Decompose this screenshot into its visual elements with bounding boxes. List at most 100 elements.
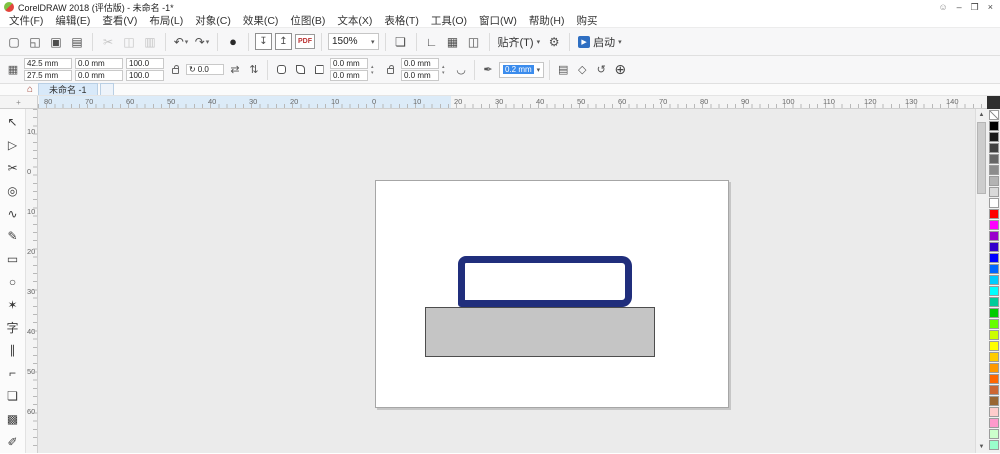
freehand-tool[interactable]: ∿ bbox=[2, 202, 24, 225]
color-swatch[interactable] bbox=[988, 363, 999, 373]
color-swatch[interactable] bbox=[988, 176, 999, 186]
menu-item-3[interactable]: 布局(L) bbox=[143, 13, 189, 28]
color-swatch[interactable] bbox=[988, 209, 999, 219]
corner-radius-tr-field[interactable]: 0.0 mm bbox=[401, 58, 439, 69]
object-height-field[interactable]: 0.0 mm bbox=[75, 70, 123, 81]
base-rectangle[interactable] bbox=[425, 307, 655, 357]
color-swatch[interactable] bbox=[988, 319, 999, 329]
object-position-grid-icon[interactable]: ▦ bbox=[5, 61, 21, 79]
convert-to-curves-button[interactable]: ◇ bbox=[574, 61, 590, 79]
minimize-button[interactable]: – bbox=[957, 2, 962, 12]
color-swatch[interactable] bbox=[988, 341, 999, 351]
fullscreen-preview-button[interactable]: ❏ bbox=[392, 32, 410, 52]
menu-item-12[interactable]: 购买 bbox=[571, 13, 604, 28]
menu-item-0[interactable]: 文件(F) bbox=[3, 13, 49, 28]
paste-button[interactable]: ▥ bbox=[141, 32, 159, 52]
no-color-swatch[interactable] bbox=[988, 110, 999, 120]
color-swatch[interactable] bbox=[988, 308, 999, 318]
lock-corners-button[interactable] bbox=[382, 61, 398, 79]
color-swatch[interactable] bbox=[988, 407, 999, 417]
color-swatch[interactable] bbox=[988, 264, 999, 274]
open-button[interactable]: ◱ bbox=[26, 32, 44, 52]
menu-item-11[interactable]: 帮助(H) bbox=[523, 13, 571, 28]
crop-tool[interactable]: ✂ bbox=[2, 157, 24, 180]
drop-shadow-tool[interactable]: ❏ bbox=[2, 385, 24, 408]
drawing-canvas[interactable] bbox=[38, 109, 975, 453]
object-position-y-field[interactable]: 27.5 mm bbox=[24, 70, 72, 81]
save-button[interactable]: ▣ bbox=[47, 32, 65, 52]
lid-rounded-rectangle[interactable] bbox=[458, 256, 632, 307]
horizontal-ruler[interactable]: + 80 70 60 50 40 30 20 10 0 10 20 30 40 50 60 70 80 90 100… bbox=[0, 96, 1000, 109]
corner-radius-br-field[interactable]: 0.0 mm bbox=[401, 70, 439, 81]
refresh-button[interactable]: ↺ bbox=[593, 61, 609, 79]
import-button[interactable]: ↧ bbox=[255, 33, 272, 50]
color-swatch[interactable] bbox=[988, 154, 999, 164]
account-icon[interactable]: ☺ bbox=[938, 2, 947, 12]
document-tab[interactable]: 未命名 -1 bbox=[38, 83, 98, 95]
color-swatch[interactable] bbox=[988, 440, 999, 450]
polygon-tool[interactable]: ✶ bbox=[2, 293, 24, 316]
mirror-horizontal-button[interactable]: ⇄ bbox=[227, 61, 243, 79]
wrap-paragraph-text-button[interactable]: ▤ bbox=[555, 61, 571, 79]
options-button[interactable]: ⚙ bbox=[545, 32, 563, 52]
mirror-vertical-button[interactable]: ⇅ bbox=[246, 61, 262, 79]
launch-dropdown[interactable]: ▶ 启动 bbox=[576, 34, 624, 50]
chamfered-corner-button[interactable] bbox=[311, 61, 327, 79]
scale-width-field[interactable]: 100.0 bbox=[126, 58, 164, 69]
ruler-options-button[interactable] bbox=[987, 96, 1000, 109]
zoom-level-combo[interactable]: 150% bbox=[328, 33, 379, 50]
round-corner-button[interactable] bbox=[273, 61, 289, 79]
color-swatch[interactable] bbox=[988, 275, 999, 285]
pick-tool[interactable]: ↖ bbox=[2, 111, 24, 134]
color-swatch[interactable] bbox=[988, 132, 999, 142]
color-swatch[interactable] bbox=[988, 396, 999, 406]
color-swatch[interactable] bbox=[988, 165, 999, 175]
corner-radius-bl-field[interactable]: 0.0 mm bbox=[330, 70, 368, 81]
color-swatch[interactable] bbox=[988, 374, 999, 384]
color-swatch[interactable] bbox=[988, 198, 999, 208]
scale-height-field[interactable]: 100.0 bbox=[126, 70, 164, 81]
menu-item-5[interactable]: 效果(C) bbox=[237, 13, 285, 28]
menu-item-7[interactable]: 文本(X) bbox=[331, 13, 378, 28]
ruler-origin-button[interactable]: + bbox=[0, 96, 38, 108]
color-swatch[interactable] bbox=[988, 187, 999, 197]
menu-item-10[interactable]: 窗口(W) bbox=[473, 13, 523, 28]
zoom-tool[interactable]: ◎ bbox=[2, 179, 24, 202]
pdf-button[interactable]: PDF bbox=[295, 34, 315, 49]
show-grid-button[interactable]: ▦ bbox=[444, 32, 462, 52]
outline-width-combo[interactable]: 0.2 mm bbox=[499, 61, 545, 78]
rotation-angle-field[interactable]: ↻ 0.0 bbox=[186, 64, 224, 75]
menu-item-9[interactable]: 工具(O) bbox=[425, 13, 473, 28]
undo-button[interactable]: ↶ bbox=[172, 32, 190, 52]
vertical-scrollbar[interactable]: ▲ ▼ bbox=[975, 109, 987, 453]
quick-customize-button[interactable]: ⊕ bbox=[612, 61, 628, 79]
parallel-dimension-tool[interactable]: ∥ bbox=[2, 339, 24, 362]
scroll-up-arrow[interactable]: ▲ bbox=[976, 109, 987, 121]
object-position-x-field[interactable]: 42.5 mm bbox=[24, 58, 72, 69]
search-content-button[interactable]: ● bbox=[224, 32, 242, 52]
shape-tool[interactable]: ▷ bbox=[2, 134, 24, 157]
scroll-down-arrow[interactable]: ▼ bbox=[976, 441, 987, 453]
new-document-button[interactable]: ▢ bbox=[5, 32, 23, 52]
snap-dropdown[interactable]: 贴齐(T) bbox=[496, 34, 543, 50]
scrollbar-thumb[interactable] bbox=[977, 122, 986, 194]
menu-item-1[interactable]: 编辑(E) bbox=[49, 13, 96, 28]
color-swatch[interactable] bbox=[988, 231, 999, 241]
export-button[interactable]: ↥ bbox=[275, 33, 292, 50]
redo-button[interactable]: ↷ bbox=[193, 32, 211, 52]
corner-spinner-left[interactable] bbox=[371, 64, 379, 76]
text-tool[interactable]: 字 bbox=[2, 316, 24, 339]
color-swatch[interactable] bbox=[988, 121, 999, 131]
color-swatch[interactable] bbox=[988, 242, 999, 252]
cut-button[interactable]: ✂ bbox=[99, 32, 117, 52]
color-swatch[interactable] bbox=[988, 418, 999, 428]
color-swatch[interactable] bbox=[988, 253, 999, 263]
menu-item-6[interactable]: 位图(B) bbox=[284, 13, 331, 28]
new-tab-stub[interactable] bbox=[99, 83, 114, 95]
menu-item-2[interactable]: 查看(V) bbox=[96, 13, 143, 28]
menu-item-4[interactable]: 对象(C) bbox=[189, 13, 237, 28]
artistic-media-tool[interactable]: ✎ bbox=[2, 225, 24, 248]
print-button[interactable]: ▤ bbox=[68, 32, 86, 52]
color-swatch[interactable] bbox=[988, 143, 999, 153]
corner-radius-tl-field[interactable]: 0.0 mm bbox=[330, 58, 368, 69]
